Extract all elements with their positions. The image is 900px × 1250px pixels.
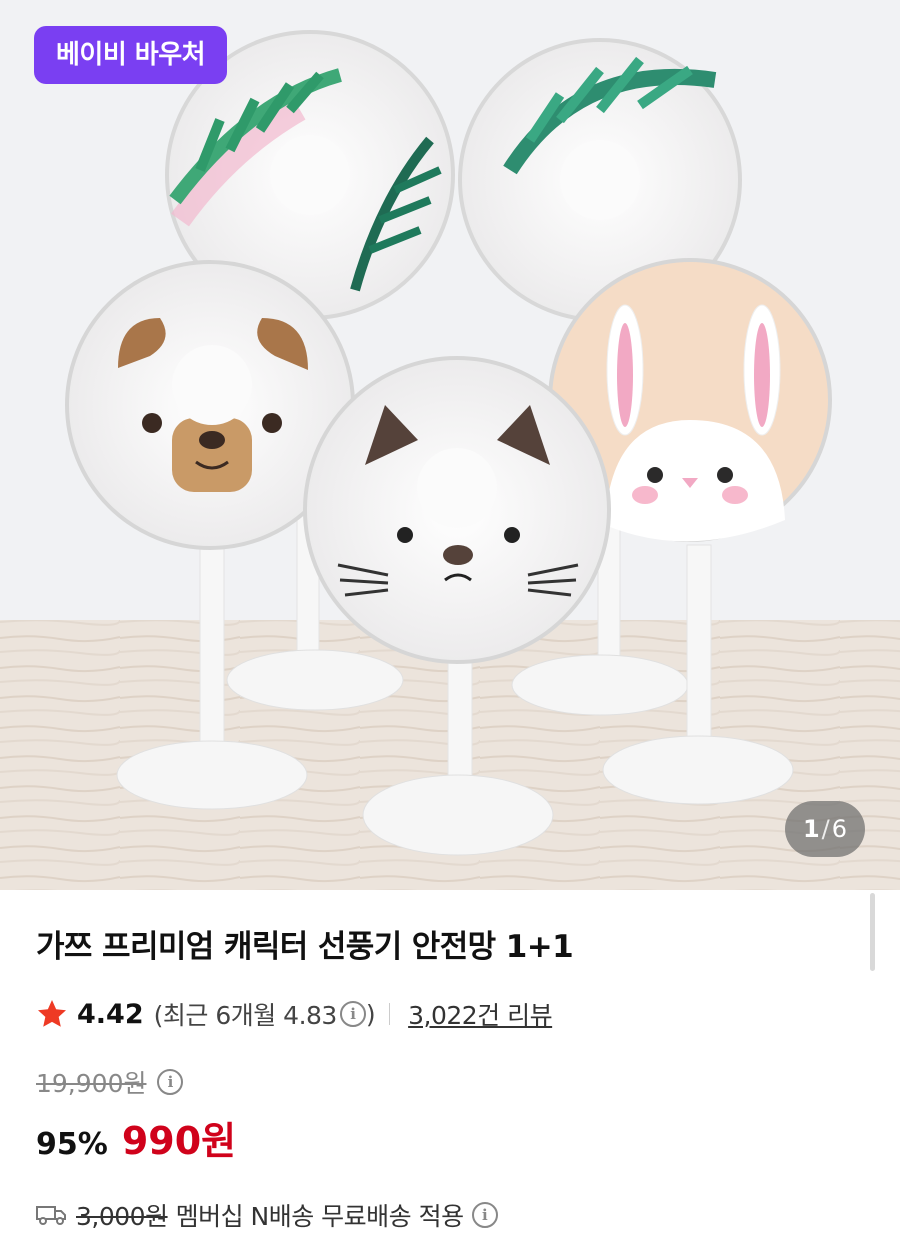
shipping-row: 3,000원 멤버십 N배송 무료배송 적용 i	[36, 1197, 864, 1233]
product-image-carousel[interactable]: 베이비 바우처 1/6	[0, 0, 900, 890]
info-icon[interactable]: i	[339, 1001, 366, 1027]
divider	[389, 1003, 391, 1025]
rating-row: 4.42 (최근 6개월 4.83 i ) 3,022건 리뷰	[36, 994, 864, 1034]
original-price: 19,900원	[36, 1069, 147, 1098]
info-icon[interactable]: i	[157, 1069, 184, 1095]
info-icon[interactable]: i	[471, 1202, 498, 1228]
baby-voucher-badge: 베이비 바우처	[34, 26, 228, 84]
product-photo	[0, 0, 900, 890]
image-counter: 1/6	[785, 801, 865, 857]
sale-price: 990원	[121, 1119, 237, 1163]
original-price-row: 19,900원 i	[36, 1064, 864, 1100]
shipping-fee: 3,000원	[76, 1202, 168, 1231]
image-counter-current: 1	[802, 815, 820, 843]
recent-rating-close: )	[365, 999, 376, 1029]
shipping-text: 멤버십 N배송 무료배송 적용	[175, 1202, 465, 1231]
image-counter-separator: /	[821, 815, 830, 843]
product-title: 가쯔 프리미엄 캐릭터 선풍기 안전망 1+1	[36, 929, 574, 965]
discount-rate: 95%	[36, 1127, 108, 1162]
sale-price-row: 95% 990원	[36, 1110, 864, 1163]
recent-rating-text: (최근 6개월 4.83	[153, 1001, 338, 1030]
review-count-link[interactable]: 3,022건 리뷰	[408, 996, 553, 1032]
star-icon	[38, 1000, 66, 1027]
recent-rating: (최근 6개월 4.83 i )	[153, 996, 376, 1032]
image-counter-total: 6	[831, 815, 848, 843]
truck-icon	[36, 1206, 66, 1225]
rating-score: 4.42	[77, 998, 144, 1030]
product-info: 가쯔 프리미엄 캐릭터 선풍기 안전망 1+1 4.42 (최근 6개월 4.8…	[0, 927, 900, 1233]
